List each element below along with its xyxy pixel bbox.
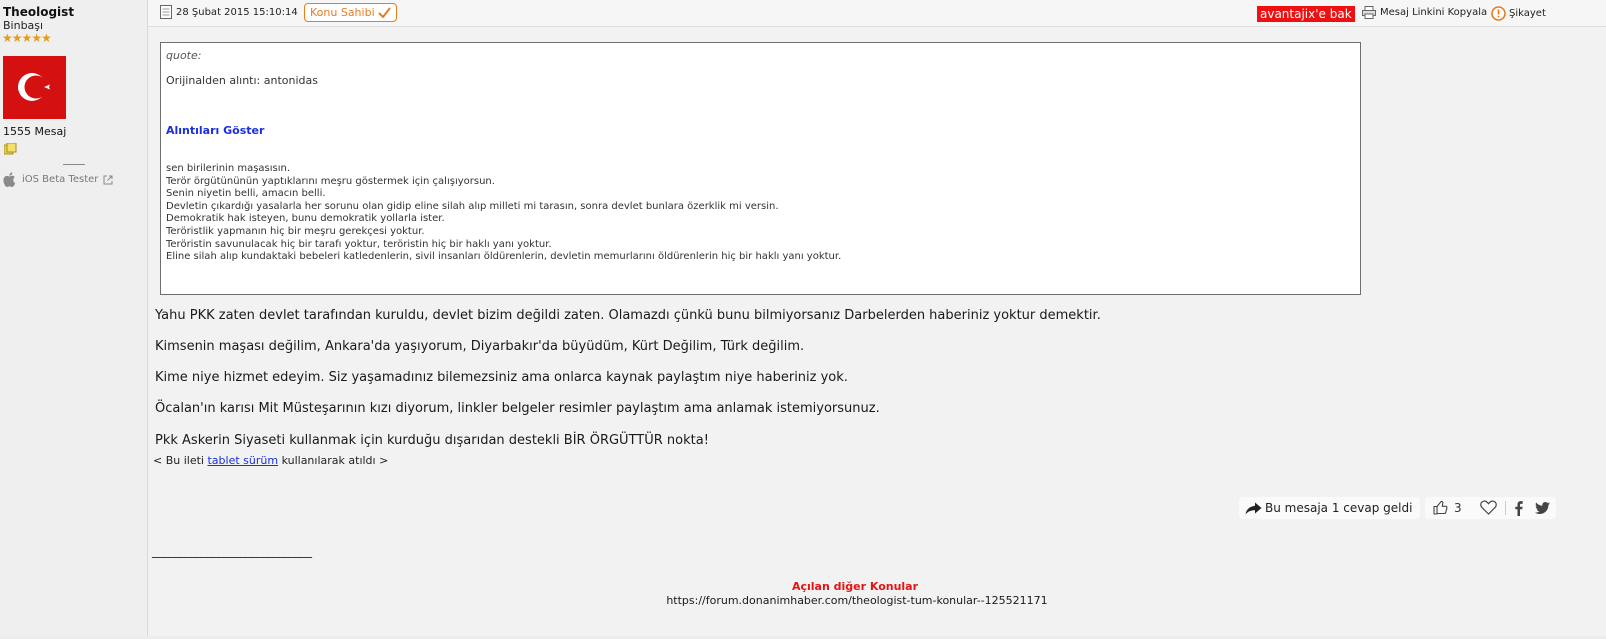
- quote-line: sen birilerinin maşasısın.: [166, 163, 291, 174]
- ios-beta-badge[interactable]: iOS Beta Tester: [3, 172, 113, 187]
- quote-label: quote:: [166, 49, 202, 62]
- tablet-version-link[interactable]: tablet sürüm: [207, 454, 278, 467]
- avatar[interactable]: [3, 56, 66, 119]
- like-count: 3: [1454, 500, 1462, 515]
- rank-stars: ★★★★★: [2, 31, 52, 45]
- thumbs-up-icon: [1433, 500, 1448, 515]
- post-paragraph: Pkk Askerin Siyaseti kullanmak için kurd…: [155, 433, 709, 448]
- reply-arrow-icon: [1245, 502, 1262, 514]
- quote-line: Senin niyetin belli, amacın belli.: [166, 188, 326, 200]
- quote-line: Eline silah alıp kundaktaki bebeleri kat…: [166, 251, 842, 263]
- quote-block: quote: Orijinalden alıntı: antonidas Alı…: [160, 42, 1361, 295]
- calendar-icon: [160, 5, 172, 19]
- signature-separator: _____________________________: [152, 544, 312, 558]
- show-quotes-link[interactable]: Alıntıları Göster: [166, 124, 264, 137]
- quote-line: Demokratik hak isteyen, bunu demokratik …: [166, 213, 445, 225]
- quote-origin: Orijinalden alıntı: antonidas: [166, 74, 318, 87]
- apple-icon: [3, 172, 16, 187]
- post-date-text: 28 Şubat 2015 15:10:14: [176, 6, 298, 18]
- complain-button[interactable]: Şikayet: [1491, 6, 1546, 21]
- warning-icon: [1491, 6, 1506, 21]
- signature-url[interactable]: https://forum.donanimhaber.com/theologis…: [0, 594, 1606, 607]
- action-divider: [1505, 501, 1506, 515]
- user-badge-icon: [4, 143, 17, 155]
- copy-link-button[interactable]: Mesaj Linkini Kopyala: [1362, 6, 1487, 19]
- like-button[interactable]: 3: [1433, 500, 1462, 515]
- tablet-note: < Bu ileti tablet sürüm kullanılarak atı…: [153, 454, 388, 467]
- post-date: 28 Şubat 2015 15:10:14: [160, 5, 298, 19]
- topic-owner-label: Konu Sahibi: [310, 6, 375, 19]
- message-header: 28 Şubat 2015 15:10:14 Konu Sahibi avant…: [148, 0, 1606, 27]
- post-actions: 3: [1425, 497, 1556, 519]
- signature-title: Açılan diğer Konular: [791, 580, 919, 593]
- external-link-icon: [103, 175, 113, 184]
- complain-label: Şikayet: [1509, 8, 1546, 19]
- twitter-icon[interactable]: [1535, 502, 1550, 514]
- copy-link-label: Mesaj Linkini Kopyala: [1380, 7, 1488, 18]
- facebook-icon[interactable]: [1514, 501, 1523, 516]
- printer-icon: [1362, 6, 1376, 19]
- post-paragraph: Öcalan'ın karısı Mit Müsteşarının kızı d…: [155, 401, 880, 416]
- forum-post: Theologist Binbaşı ★★★★★ 1555 Mesaj iOS …: [0, 0, 1606, 639]
- tablet-note-prefix: < Bu ileti: [153, 454, 204, 467]
- quote-text: sen birilerinin maşasısın. Terör örgütün…: [166, 163, 841, 264]
- tablet-note-suffix: kullanılarak atıldı >: [281, 454, 389, 467]
- check-icon: [377, 7, 391, 18]
- replies-button[interactable]: Bu mesaja 1 cevap geldi: [1239, 497, 1421, 519]
- replies-label: Bu mesaja 1 cevap geldi: [1265, 501, 1413, 515]
- post-paragraph: Kimsenin maşası değilim, Ankara'da yaşıy…: [155, 339, 805, 354]
- topic-owner-badge: Konu Sahibi: [304, 3, 397, 22]
- quote-line: Teröristlik yapmanın hiç bir meşru gerek…: [166, 225, 425, 237]
- message-count[interactable]: 1555 Mesaj: [3, 125, 66, 138]
- divider: [63, 164, 85, 165]
- heart-icon[interactable]: [1480, 500, 1497, 515]
- quote-line: Devletin çıkardığı yasalarla her sorunu …: [166, 200, 779, 212]
- post-paragraph: Kime niye hizmet edeyim. Siz yaşamadınız…: [155, 370, 848, 385]
- post-paragraph: Yahu PKK zaten devlet tarafından kuruldu…: [155, 308, 1101, 323]
- ios-beta-label: iOS Beta Tester: [22, 174, 99, 185]
- quote-line: Teröristin savunulacak hiç bir tarafı yo…: [166, 238, 552, 250]
- username[interactable]: Theologist: [3, 5, 74, 19]
- avantaj-button[interactable]: avantajix'e bak: [1257, 6, 1355, 22]
- user-info-panel: Theologist Binbaşı ★★★★★ 1555 Mesaj iOS …: [0, 0, 148, 636]
- quote-line: Terör örgütününün yaptıklarını meşru gös…: [166, 175, 495, 187]
